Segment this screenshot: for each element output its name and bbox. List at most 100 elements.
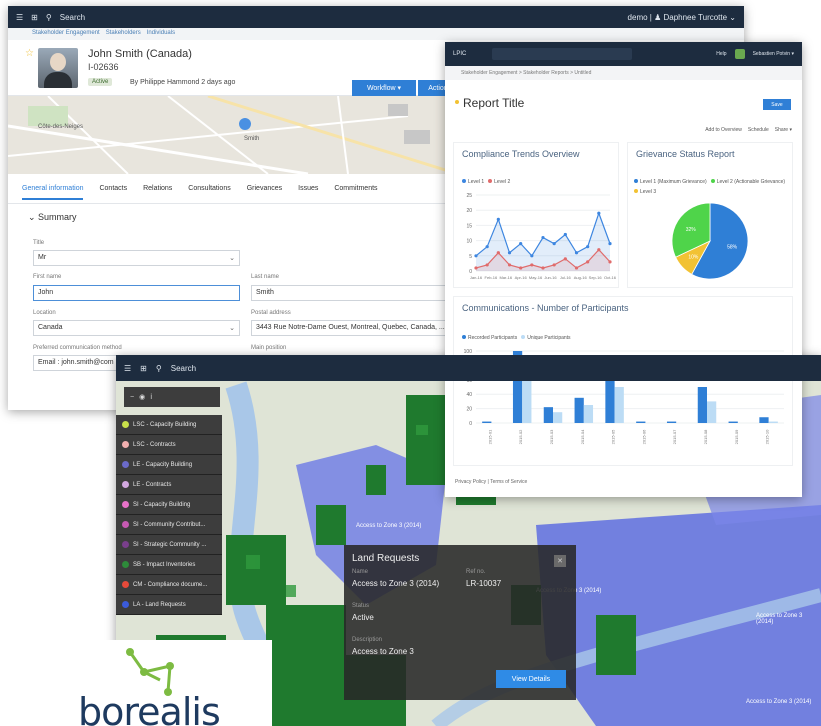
layer-item[interactable]: LSC - Capacity Building xyxy=(116,415,222,435)
data-point xyxy=(608,242,612,246)
last-name-label: Last name xyxy=(251,274,280,280)
help-link[interactable]: Help xyxy=(716,51,726,57)
x-tick-label: Jan-16 xyxy=(470,275,483,280)
layer-item[interactable]: SI - Community Contribut... xyxy=(116,515,222,535)
y-tick-label: 25 xyxy=(466,193,472,199)
bar xyxy=(583,405,594,423)
layer-item[interactable]: LE - Capacity Building xyxy=(116,455,222,475)
x-tick-label: Sep-16 xyxy=(589,275,603,280)
search-icon[interactable]: ⚲ xyxy=(46,13,52,22)
preferred-communication-label: Preferred communication method xyxy=(33,345,122,351)
location-select[interactable]: Canada ⌄ xyxy=(33,320,240,336)
data-point xyxy=(507,263,512,267)
x-tick-label: Apr-16 xyxy=(515,275,528,280)
first-name-field[interactable]: John xyxy=(33,285,240,301)
postal-address-field[interactable]: 3443 Rue Notre-Dame Ouest, Montreal, Que… xyxy=(251,320,451,336)
tab-relations[interactable]: Relations xyxy=(143,185,172,192)
bar xyxy=(482,421,492,423)
map-controls: − ◉ ⅰ xyxy=(124,387,220,407)
chevron-down-icon: ⌄ xyxy=(229,325,235,332)
search-icon[interactable]: ⚲ xyxy=(156,364,162,373)
breadcrumb-item[interactable]: Individuals xyxy=(147,30,175,38)
menu-icon[interactable]: ☰ xyxy=(16,13,23,22)
x-tick-label: Mar-16 xyxy=(499,275,512,280)
data-point xyxy=(563,257,567,261)
slice-label: 32% xyxy=(686,227,697,233)
tab-grievances[interactable]: Grievances xyxy=(247,185,282,192)
data-point xyxy=(507,251,512,255)
popup-title: Land Requests xyxy=(352,553,420,564)
layer-item[interactable]: SI - Capacity Building xyxy=(116,495,222,515)
tab-contacts[interactable]: Contacts xyxy=(99,185,127,192)
view-details-button[interactable]: View Details xyxy=(496,670,566,688)
y-tick-label: 20 xyxy=(466,407,472,413)
x-tick-label: 2015-05 xyxy=(611,429,616,444)
workflow-button[interactable]: Workflow ▾ xyxy=(352,80,416,96)
layer-color-icon xyxy=(122,501,129,508)
breadcrumb[interactable]: Stakeholder Engagement > Stakeholder Rep… xyxy=(445,66,802,80)
save-button[interactable]: Save xyxy=(763,99,791,110)
tab-issues[interactable]: Issues xyxy=(298,185,318,192)
report-tools: Add to Overview Schedule Share ▾ xyxy=(705,127,792,133)
user-menu[interactable]: Sebastien Potvin ▾ xyxy=(753,51,794,57)
bar xyxy=(605,376,615,423)
bar xyxy=(728,421,738,423)
apps-grid-icon[interactable]: ⊞ xyxy=(31,13,38,22)
breadcrumb-item[interactable]: Stakeholder Engagement xyxy=(32,30,100,38)
summary-heading: Summary xyxy=(38,212,77,222)
map-label: Access to Zone 3 (2014) xyxy=(756,613,803,625)
user-menu[interactable]: demo | ♟ Daphnee Turcotte ⌄ xyxy=(628,13,736,22)
search-label[interactable]: Search xyxy=(171,364,196,373)
zoom-out-icon[interactable]: − xyxy=(130,394,134,401)
popup-label: Status xyxy=(352,603,370,609)
tab-general-information[interactable]: General information xyxy=(22,185,84,200)
layer-color-icon xyxy=(122,421,129,428)
layer-item[interactable]: SI - Strategic Community ... xyxy=(116,535,222,555)
data-point xyxy=(574,266,579,270)
breadcrumb-item[interactable]: Stakeholders xyxy=(106,30,141,38)
tab-commitments[interactable]: Commitments xyxy=(334,185,377,192)
layer-item[interactable]: LE - Contracts xyxy=(116,475,222,495)
schedule-link[interactable]: Schedule xyxy=(748,127,769,133)
postal-address-label: Postal address xyxy=(251,310,291,316)
popup-description-value: Access to Zone 3 xyxy=(352,647,414,656)
search-input[interactable] xyxy=(492,48,633,60)
x-tick-label: Feb-16 xyxy=(485,275,498,280)
footer-links[interactable]: Privacy Policy | Terms of Service xyxy=(455,479,527,485)
slice-label: 10% xyxy=(688,255,699,261)
x-tick-label: Jul-16 xyxy=(560,275,572,280)
last-name-field[interactable]: Smith xyxy=(251,285,451,301)
popup-status-value: Active xyxy=(352,613,374,622)
layer-item[interactable]: CM - Compliance docume... xyxy=(116,575,222,595)
close-icon[interactable]: ✕ xyxy=(554,555,566,567)
menu-icon[interactable]: ☰ xyxy=(124,364,131,373)
grievance-status-card: Grievance Status Report Level 1 (Maximum… xyxy=(627,142,793,288)
app-name: LPIC xyxy=(453,51,467,57)
title-select[interactable]: Mr ⌄ xyxy=(33,250,240,266)
layer-list: LSC - Capacity Building LSC - Contracts … xyxy=(116,415,222,615)
add-to-overview-link[interactable]: Add to Overview xyxy=(705,127,742,133)
tab-consultations[interactable]: Consultations xyxy=(188,185,230,192)
data-point xyxy=(530,254,534,258)
land-request-popup: Land Requests ✕ Name Access to Zone 3 (2… xyxy=(344,545,576,700)
data-point xyxy=(541,235,545,240)
apps-grid-icon[interactable]: ⊞ xyxy=(140,364,147,373)
layer-item[interactable]: LA - Land Requests xyxy=(116,595,222,615)
top-navbar: ☰ ⊞ ⚲ Search demo | ♟ Daphnee Turcotte ⌄ xyxy=(8,6,744,28)
map-label: Access to Zone 3 (2014) xyxy=(356,523,422,529)
data-point xyxy=(474,266,478,270)
share-menu[interactable]: Share ▾ xyxy=(775,127,792,133)
data-point xyxy=(552,242,556,246)
layer-color-icon xyxy=(122,461,129,468)
record-id: I-02636 xyxy=(88,62,119,72)
bar xyxy=(574,397,584,423)
layer-item[interactable]: SB - Impact Inventories xyxy=(116,555,222,575)
layer-item[interactable]: LSC - Contracts xyxy=(116,435,222,455)
x-tick-label: 2015-07 xyxy=(672,429,677,444)
favorite-star-icon[interactable]: ☆ xyxy=(25,48,34,59)
info-icon[interactable]: ⅰ xyxy=(150,393,152,401)
globe-icon[interactable]: ◉ xyxy=(139,393,145,401)
record-name: John Smith (Canada) xyxy=(88,48,192,60)
report-title[interactable]: Report Title xyxy=(454,96,524,110)
search-label[interactable]: Search xyxy=(60,13,85,22)
